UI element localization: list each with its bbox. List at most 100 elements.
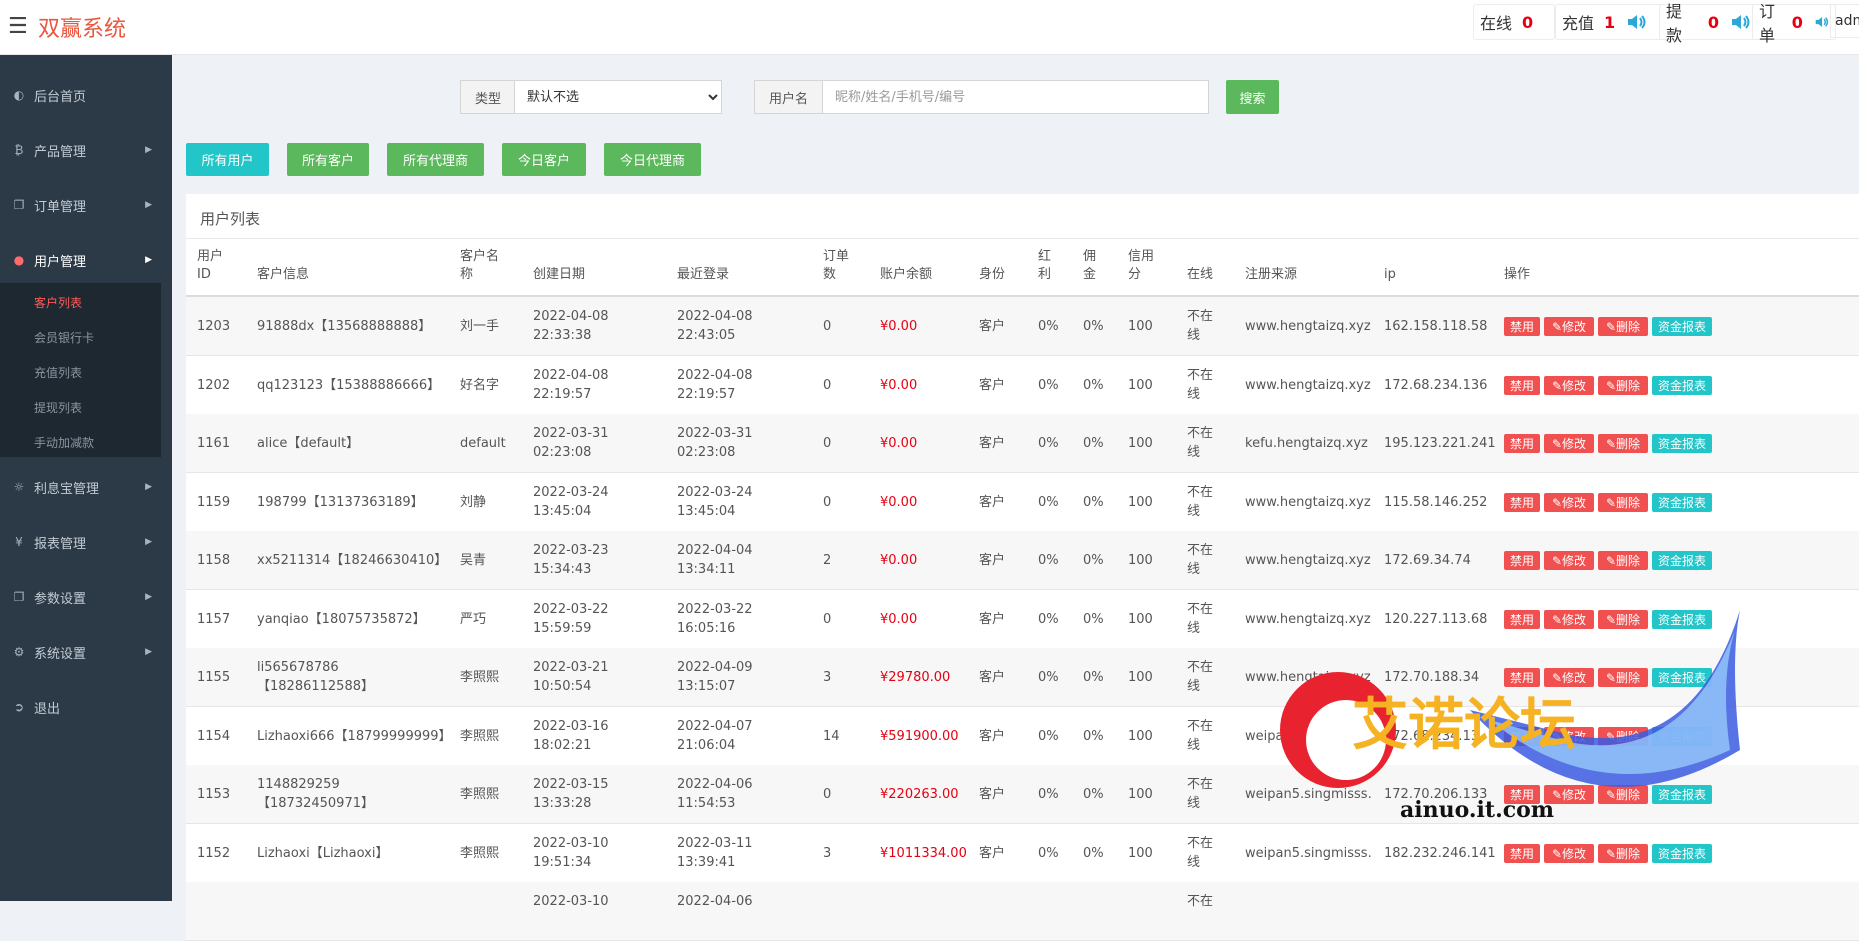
disable-button[interactable]: 禁用 — [1504, 492, 1540, 512]
username-search-input[interactable] — [822, 80, 1209, 114]
chevron-right-icon: ▶ — [145, 145, 152, 155]
disable-button[interactable]: 禁用 — [1504, 726, 1540, 746]
cell-created-date-line: 15:59:59 — [533, 620, 592, 636]
cell-id: 1202 — [197, 377, 231, 393]
cell-customer-info-line: yanqiao【18075735872】 — [257, 611, 426, 627]
cell-balance: ¥0.00 — [880, 319, 918, 334]
delete-button[interactable]: ✎删除 — [1598, 317, 1648, 336]
submenu-recharge-list[interactable]: 充值列表 — [34, 364, 82, 381]
disable-button[interactable]: 禁用 — [1504, 434, 1540, 453]
fund-report-button[interactable]: 资金报表 — [1652, 375, 1712, 395]
fund-report-button[interactable]: 资金报表 — [1652, 785, 1712, 804]
table-row: 1152 Lizhaoxi【Lizhaoxi】 李照熙 2022-03-10 19:51… — [186, 824, 1859, 883]
cell-customer-info-line: Lizhaoxi【Lizhaoxi】 — [257, 845, 389, 861]
fund-report-button[interactable]: 资金报表 — [1652, 609, 1712, 629]
submenu-withdraw-list[interactable]: 提现列表 — [34, 399, 82, 416]
cell-id: 1153 — [197, 787, 231, 802]
cell-commission: 0% — [1083, 319, 1104, 334]
order-stat[interactable]: 订单 0 — [1752, 2, 1836, 45]
speaker-icon[interactable] — [1731, 13, 1751, 31]
delete-button[interactable]: ✎删除 — [1598, 434, 1648, 453]
fund-report-button[interactable]: 资金报表 — [1652, 726, 1712, 746]
delete-button[interactable]: ✎删除 — [1598, 726, 1648, 746]
sidebar-item-system[interactable]: ⚙ 系统设置 ▶ — [0, 632, 172, 672]
fund-report-button[interactable]: 资金报表 — [1652, 668, 1712, 687]
cell-role: 客户 — [979, 845, 1006, 861]
fund-report-button[interactable]: 资金报表 — [1652, 551, 1712, 570]
disable-button[interactable]: 禁用 — [1504, 317, 1540, 336]
filter-all-users-button[interactable]: 所有用户 — [186, 143, 269, 176]
filter-all-customers-button[interactable]: 所有客户 — [287, 143, 369, 176]
sidebar-item-reports[interactable]: ¥ 报表管理 ▶ — [0, 522, 172, 562]
table-row: 1157 yanqiao【18075735872】 严巧 2022-03-22 15:5… — [186, 590, 1859, 649]
edit-button[interactable]: ✎修改 — [1544, 609, 1594, 629]
delete-button[interactable]: ✎删除 — [1598, 551, 1648, 570]
disable-button[interactable]: 禁用 — [1504, 785, 1540, 804]
withdraw-stat[interactable]: 提款 0 — [1659, 2, 1758, 45]
sidebar-item-orders[interactable]: ❐ 订单管理 ▶ — [0, 185, 172, 225]
submenu-manual-adjust[interactable]: 手动加减款 — [34, 434, 94, 451]
chevron-right-icon: ▶ — [145, 592, 152, 602]
cell-online-status: 不在线 — [1187, 775, 1213, 813]
delete-button[interactable]: ✎删除 — [1598, 375, 1648, 395]
delete-button[interactable]: ✎删除 — [1598, 668, 1648, 687]
edit-button[interactable]: ✎修改 — [1544, 785, 1594, 804]
fund-report-button[interactable]: 资金报表 — [1652, 492, 1712, 512]
sidebar-item-logout[interactable]: ➲ 退出 — [0, 687, 172, 727]
cell-online-status-line: 不在 — [1187, 309, 1214, 324]
recharge-stat[interactable]: 充值 1 — [1555, 4, 1664, 40]
cell-credit-score: 100 — [1128, 728, 1153, 744]
col-header-line: 用户 — [197, 249, 224, 264]
edit-button[interactable]: ✎修改 — [1544, 492, 1594, 512]
filter-all-agents-button[interactable]: 所有代理商 — [387, 143, 484, 176]
fund-report-button[interactable]: 资金报表 — [1652, 317, 1712, 336]
speaker-icon[interactable] — [1815, 13, 1829, 31]
disable-button[interactable]: 禁用 — [1504, 375, 1540, 395]
cell-created-date-line: 22:33:38 — [533, 328, 592, 343]
cell-ip: 172.70.188.34 — [1384, 670, 1480, 685]
filter-today-agents-button[interactable]: 今日代理商 — [604, 143, 701, 176]
edit-button[interactable]: ✎修改 — [1544, 317, 1594, 336]
disable-button[interactable]: 禁用 — [1504, 551, 1540, 570]
col-header-source: 注册来源 — [1245, 267, 1298, 282]
delete-button[interactable]: ✎删除 — [1598, 785, 1648, 804]
sidebar-item-interest[interactable]: ☼ 利息宝管理 ▶ — [0, 467, 172, 507]
table-row: 1154 Lizhaoxi666【18799999999】 李照熙 2022-03-1… — [186, 707, 1859, 766]
disable-button[interactable]: 禁用 — [1504, 609, 1540, 629]
cell-last-login-line: 2022-04-08 — [677, 367, 753, 383]
disable-button[interactable]: 禁用 — [1504, 668, 1540, 687]
delete-button[interactable]: ✎删除 — [1598, 609, 1648, 629]
type-select[interactable]: 默认不选 — [514, 80, 722, 114]
delete-button[interactable]: ✎删除 — [1598, 492, 1648, 512]
cell-bonus: 0% — [1038, 553, 1059, 568]
admin-user-menu[interactable]: admin — [1830, 4, 1859, 38]
sidebar-item-home[interactable]: ◐ 后台首页 — [0, 75, 172, 115]
hamburger-menu-icon[interactable]: ☰ — [8, 14, 28, 39]
cell-bonus: 0% — [1038, 787, 1059, 802]
cell-bonus: 0% — [1038, 319, 1059, 334]
cell-role: 客户 — [979, 787, 1006, 802]
search-button[interactable]: 搜索 — [1226, 80, 1279, 114]
edit-button[interactable]: ✎修改 — [1544, 726, 1594, 746]
cell-last-login-line: 2022-04-09 — [677, 660, 753, 675]
sidebar-item-products[interactable]: ₿ 产品管理 ▶ — [0, 130, 172, 170]
sidebar-item-params[interactable]: ❐ 参数设置 ▶ — [0, 577, 172, 617]
delete-button[interactable]: ✎删除 — [1598, 843, 1648, 863]
sidebar-item-users[interactable]: ● 用户管理 ▶ — [0, 240, 172, 280]
edit-button[interactable]: ✎修改 — [1544, 551, 1594, 570]
fund-report-button[interactable]: 资金报表 — [1652, 843, 1712, 863]
cell-online-status-line: 不在 — [1187, 426, 1214, 441]
fund-report-button[interactable]: 资金报表 — [1652, 434, 1712, 453]
cell-register-source: www.hengtaizq.xyz — [1245, 670, 1371, 685]
submenu-bank-cards[interactable]: 会员银行卡 — [34, 329, 94, 346]
cell-role: 客户 — [979, 553, 1006, 568]
edit-button[interactable]: ✎修改 — [1544, 375, 1594, 395]
edit-button[interactable]: ✎修改 — [1544, 843, 1594, 863]
edit-button[interactable]: ✎修改 — [1544, 668, 1594, 687]
speaker-icon[interactable] — [1627, 13, 1647, 31]
edit-button[interactable]: ✎修改 — [1544, 434, 1594, 453]
disable-button[interactable]: 禁用 — [1504, 843, 1540, 863]
filter-today-customers-button[interactable]: 今日客户 — [502, 143, 586, 176]
online-stat[interactable]: 在线 0 — [1473, 4, 1555, 40]
submenu-customer-list[interactable]: 客户列表 — [34, 294, 82, 311]
